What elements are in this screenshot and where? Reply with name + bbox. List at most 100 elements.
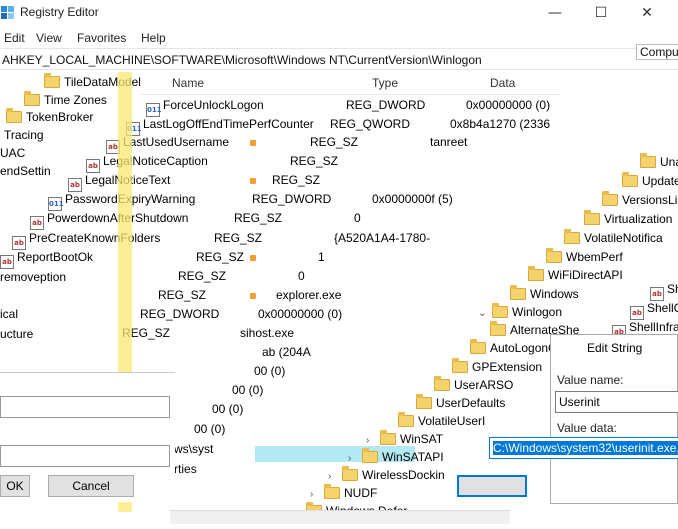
value-data: {A520A1A4-1780- — [334, 231, 431, 245]
folder-icon — [342, 466, 358, 481]
value-type: REG_SZ — [290, 154, 339, 168]
tree-item-label: Windows — [530, 287, 579, 301]
menu-help[interactable]: Help — [141, 31, 166, 45]
value-data: explorer.exe — [276, 288, 342, 302]
value-name-text: Userinit — [559, 395, 600, 409]
tree-item-label: ical — [0, 307, 19, 321]
value-type: REG_SZ — [196, 250, 245, 264]
dialog-ok-button[interactable] — [457, 475, 527, 497]
tree-item[interactable]: VersionsLi — [602, 190, 677, 210]
tree-item-label: Winlogon — [512, 305, 563, 319]
menu-favorites[interactable]: Favorites — [77, 31, 126, 45]
value-type: REG_SZ — [272, 173, 321, 187]
list-item[interactable]: ab ReportBootOk — [0, 248, 93, 269]
address-bar[interactable]: AHKEY_LOCAL_MACHINE\SOFTWARE\Microsoft\W… — [0, 48, 678, 70]
computer-root[interactable]: Compu — [636, 44, 678, 60]
tree-item[interactable]: Update — [622, 171, 678, 191]
tree-item-label: ucture — [0, 327, 34, 341]
tree-item[interactable]: ucture — [0, 324, 33, 344]
tree-item[interactable]: endSettin — [0, 161, 51, 181]
maximize-button[interactable]: ☐ — [578, 0, 624, 26]
value-name: LastUsedUsername — [123, 135, 230, 149]
value-data-label: Value data: — [557, 421, 617, 435]
folder-icon — [44, 73, 60, 88]
value-data: 00 (0) — [232, 383, 264, 397]
list-item[interactable]: ab LegalNoticeCaption — [86, 152, 208, 173]
tree-item-label: WirelessDockin — [362, 468, 445, 482]
horizontal-scrollbar[interactable] — [170, 510, 510, 524]
column-data-header[interactable]: Data — [490, 72, 515, 94]
tree-item[interactable]: Virtualization — [584, 209, 672, 229]
value-name: Sh — [667, 282, 678, 296]
list-item[interactable]: abShellCo — [630, 299, 678, 320]
value-type: REG_DWORD — [140, 307, 220, 321]
close-button[interactable]: ✕ — [624, 0, 670, 26]
text-field[interactable] — [0, 396, 170, 418]
value-name-field[interactable]: Userinit — [555, 391, 678, 413]
tree-item-label: WiFiDirectAPI — [548, 268, 623, 282]
dialog-title: Edit String — [587, 341, 643, 355]
tree-item[interactable]: › WinSATAPI — [348, 447, 444, 467]
tree-item[interactable]: Unat — [640, 152, 678, 172]
tree-item-label: UserDefaults — [436, 396, 506, 410]
tree-item[interactable]: UAC — [0, 143, 25, 163]
folder-icon — [492, 303, 508, 318]
list-item[interactable]: 011LastLogOffEndTimePerfCounter — [126, 115, 314, 136]
list-item[interactable]: abPowerdownAfterShutdown — [30, 209, 188, 230]
value-type: REG_SZ — [158, 288, 207, 302]
list-item[interactable]: ab PreCreateKnownFolders — [12, 229, 161, 250]
tree-item-label: WinSATAPI — [382, 450, 444, 464]
folder-icon — [434, 376, 450, 391]
value-type: REG_SZ — [310, 135, 359, 149]
minimize-button[interactable]: — — [532, 0, 578, 26]
tree-item[interactable]: Windows — [510, 284, 579, 304]
value-data: ab (204A — [262, 345, 311, 359]
column-type-header[interactable]: Type — [372, 72, 398, 94]
value-data: ws\syst — [174, 442, 214, 456]
tree-item[interactable]: AutoLogonC — [470, 338, 557, 358]
tree-item[interactable]: › WinSAT — [366, 429, 443, 449]
marker — [250, 293, 256, 299]
value-data: 0x00000000 (0) — [466, 98, 551, 112]
tree-item[interactable]: VolatileNotifica — [564, 228, 663, 248]
tree-item[interactable]: TokenBroker — [6, 107, 93, 127]
tree-item[interactable]: UserARSO — [434, 375, 513, 395]
tree-item[interactable]: › NUDF — [310, 483, 377, 503]
address-path[interactable]: AHKEY_LOCAL_MACHINE\SOFTWARE\Microsoft\W… — [2, 53, 482, 67]
list-item[interactable]: 011ForceUnlockLogon — [146, 96, 264, 117]
text-field[interactable] — [0, 445, 170, 467]
value-name: LastLogOffEndTimePerfCounter — [143, 117, 314, 131]
folder-icon — [416, 394, 432, 409]
title-bar[interactable]: Registry Editor — ☐ ✕ — [0, 0, 678, 26]
column-name-header[interactable]: Name — [172, 72, 204, 94]
tree-item-label: endSettin — [0, 164, 51, 178]
menu-view[interactable]: View — [36, 31, 62, 45]
tree-item-label: TokenBroker — [26, 110, 94, 124]
folder-icon — [602, 191, 618, 206]
tree-item-label: GPExtension — [472, 360, 543, 374]
tree-item[interactable]: ical — [0, 304, 18, 324]
tree-item[interactable]: UserDefaults — [416, 393, 505, 413]
value-data: 0x8b4a1270 (2336 — [450, 117, 551, 131]
tree-item[interactable]: Tracing — [4, 125, 44, 145]
tree-item-label: NUDF — [344, 486, 378, 500]
value-name-label: Value name: — [557, 373, 624, 387]
marker — [250, 178, 256, 184]
tree-item[interactable]: removeption — [0, 267, 66, 287]
window-title: Registry Editor — [20, 5, 99, 19]
tree-item[interactable]: VolatileUserI — [398, 411, 485, 431]
tree-item[interactable]: › WirelessDockin — [328, 465, 445, 485]
list-item[interactable]: abSh — [650, 280, 678, 301]
cancel-button[interactable]: Cancel — [48, 475, 134, 497]
menu-edit[interactable]: Edit — [4, 31, 25, 45]
tree-item[interactable]: WbemPerf — [546, 247, 623, 267]
tree-item[interactable]: GPExtension — [452, 357, 542, 377]
value-data-field[interactable]: C:\Windows\system32\userinit.exe, — [489, 437, 678, 459]
tree-item[interactable]: ⌄ Winlogon — [478, 302, 562, 322]
ok-button[interactable]: OK — [0, 475, 30, 497]
value-name: PreCreateKnownFolders — [29, 231, 161, 245]
tree-item[interactable]: WiFiDirectAPI — [528, 265, 623, 285]
value-data: 00 (0) — [194, 422, 226, 436]
value-type: REG_SZ — [214, 231, 263, 245]
value-name: ShellInfras — [629, 320, 678, 334]
